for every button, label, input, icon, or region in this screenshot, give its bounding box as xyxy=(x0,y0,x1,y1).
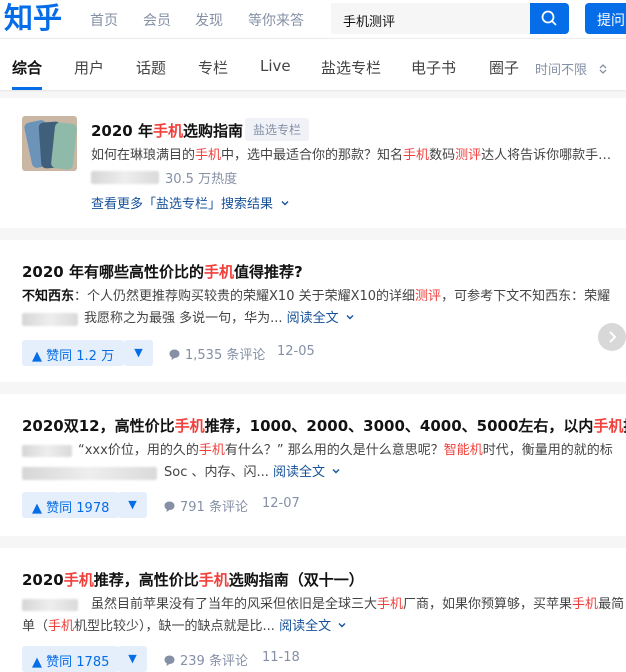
result-excerpt-3-line2[interactable]: 单（手机机型比较少），缺一的缺点就是比... 阅读全文 xyxy=(22,617,347,637)
search-type-tabs: 综合 用户 话题 专栏 Live 盐选专栏 电子书 圈子 时间不限 xyxy=(0,38,626,90)
chevron-down-icon xyxy=(332,469,340,474)
tab-topics[interactable]: 话题 xyxy=(136,57,166,78)
sort-chevrons-icon xyxy=(599,64,607,74)
blurred-content xyxy=(22,467,157,480)
more-salt-results-link[interactable]: 查看更多「盐选专栏」搜索结果 xyxy=(91,193,290,212)
blurred-author xyxy=(22,445,72,457)
read-full-text-link[interactable]: 阅读全文 xyxy=(287,311,355,326)
blurred-author xyxy=(91,171,159,184)
upvote-button[interactable]: ▲ 赞同 1785 xyxy=(22,646,120,672)
post-date: 12-07 xyxy=(262,496,300,511)
result-title-2[interactable]: 2020双12，高性价比手机推荐，1000、2000、3000、4000、500… xyxy=(22,415,626,436)
salt-column-excerpt[interactable]: 如何在琳琅满目的手机中，选中最适合你的那款？知名手机数码测评达人将告诉你哪款手… xyxy=(91,146,611,166)
search-input[interactable]: 手机测评 xyxy=(331,3,530,34)
result-excerpt-2[interactable]: “xxx价位，用的久的手机有什么？” 那么用的久是什么意思呢？智能机时代，衡量用… xyxy=(78,441,613,461)
chevron-right-icon xyxy=(609,331,617,343)
nav-waiting-answers[interactable]: 等你来答 xyxy=(248,10,304,30)
ask-button[interactable]: 提问 xyxy=(585,3,626,34)
search-button[interactable] xyxy=(530,3,569,34)
heat-count: 30.5 万热度 xyxy=(165,172,238,187)
tab-live[interactable]: Live xyxy=(260,57,291,75)
salt-column-title[interactable]: 2020 年手机选购指南 xyxy=(91,120,243,141)
result-title-1[interactable]: 2020 年有哪些高性价比的手机值得推荐? xyxy=(22,261,303,282)
next-arrow-button[interactable] xyxy=(598,323,626,351)
result-title-3[interactable]: 2020手机推荐，高性价比手机选购指南（双十一） xyxy=(22,569,364,590)
result-excerpt-2-line2[interactable]: Soc 、内存、闪... 阅读全文 xyxy=(164,463,341,483)
time-filter[interactable]: 时间不限 xyxy=(535,59,609,78)
nav-discover[interactable]: 发现 xyxy=(195,10,223,30)
chevron-down-icon xyxy=(281,201,289,206)
result-card-3: 2020手机推荐，高性价比手机选购指南（双十一） 虽然目前苹果没有了当年的风采但… xyxy=(0,548,626,672)
read-full-text-link[interactable]: 阅读全文 xyxy=(279,619,347,634)
nav-vip[interactable]: 会员 xyxy=(143,10,171,30)
result-excerpt-3[interactable]: 虽然目前苹果没有了当年的风采但依旧是全球三大手机厂商，如果你预算够，买苹果手机最… xyxy=(91,595,624,615)
result-excerpt-1[interactable]: 不知西东：个人仍然更推荐购买较贵的荣耀X10 关于荣耀X10的详细测评，可参考下… xyxy=(22,287,610,307)
zhihu-logo[interactable]: 知乎 xyxy=(4,0,62,36)
tab-users[interactable]: 用户 xyxy=(74,57,104,78)
search-icon xyxy=(541,10,557,26)
top-bar: 知乎 首页 会员 发现 等你来答 手机测评 提问 xyxy=(0,0,626,38)
read-full-text-link[interactable]: 阅读全文 xyxy=(273,465,341,480)
chevron-down-icon xyxy=(338,623,346,628)
comment-icon xyxy=(164,655,175,666)
post-date: 11-18 xyxy=(262,650,300,665)
blurred-author xyxy=(22,599,78,611)
comments-link[interactable]: 791 条评论 xyxy=(163,496,248,515)
comments-link[interactable]: 239 条评论 xyxy=(163,650,248,669)
comment-icon xyxy=(164,501,175,512)
tab-ebooks[interactable]: 电子书 xyxy=(411,57,456,78)
upvote-button[interactable]: ▲ 赞同 1.2 万 xyxy=(22,340,125,366)
phone-guide-thumbnail[interactable] xyxy=(22,116,77,171)
comments-link[interactable]: 1,535 条评论 xyxy=(168,344,265,363)
salt-column-card: 2020 年手机选购指南 盐选专栏 如何在琳琅满目的手机中，选中最适合你的那款？… xyxy=(0,98,626,228)
tab-circles[interactable]: 圈子 xyxy=(489,57,519,78)
blurred-content xyxy=(22,313,78,326)
result-card-2: 2020双12，高性价比手机推荐，1000、2000、3000、4000、500… xyxy=(0,394,626,536)
nav-home[interactable]: 首页 xyxy=(90,10,118,30)
tab-salt-columns[interactable]: 盐选专栏 xyxy=(321,57,381,78)
comment-icon xyxy=(169,349,180,360)
tab-comprehensive[interactable]: 综合 xyxy=(12,57,42,78)
downvote-button[interactable]: ▼ xyxy=(118,492,147,518)
tab-columns[interactable]: 专栏 xyxy=(198,57,228,78)
downvote-button[interactable]: ▼ xyxy=(124,340,153,366)
chevron-down-icon xyxy=(346,315,354,320)
salt-column-badge: 盐选专栏 xyxy=(245,118,310,141)
upvote-button[interactable]: ▲ 赞同 1978 xyxy=(22,492,120,518)
downvote-button[interactable]: ▼ xyxy=(118,646,147,672)
active-tab-indicator xyxy=(12,87,42,90)
post-date: 12-05 xyxy=(277,344,315,359)
result-card-1: 2020 年有哪些高性价比的手机值得推荐? 不知西东：个人仍然更推荐购买较贵的荣… xyxy=(0,240,626,382)
result-excerpt-1-line2[interactable]: 我愿称之为最强 多说一句，华为... 阅读全文 xyxy=(84,309,355,329)
